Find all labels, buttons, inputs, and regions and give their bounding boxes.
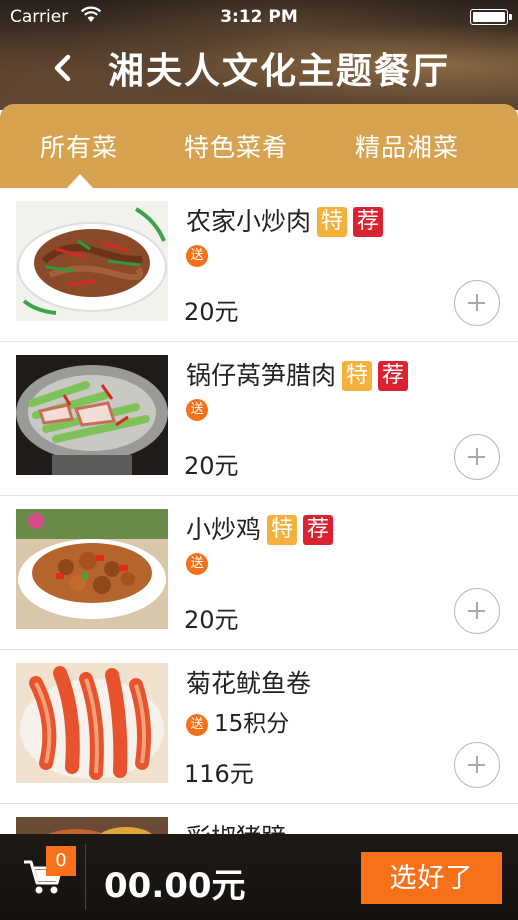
special-tag: 特 [342,361,373,391]
dish-name-row: 菊花鱿鱼卷 [186,664,311,700]
tab-premium-hunan[interactable]: 精品湘菜 [355,128,459,164]
dish-name: 彩椒猪蹄 [186,823,286,834]
dish-price: 20元 [184,606,239,634]
dish-photo [16,201,168,321]
gift-badge-icon: 送 [186,714,208,736]
dish-item[interactable]: 菊花鱿鱼卷 送 15积分 116元 [0,650,518,804]
recommend-tag: 荐 [353,207,384,237]
dish-name: 农家小炒肉 [186,207,312,236]
dish-name-row: 农家小炒肉特荐 [186,202,384,238]
gift-badge-icon: 送 [186,399,208,421]
dish-item[interactable]: 小炒鸡特荐 送 20元 [0,496,518,650]
page-title: 湘夫人文化主题餐厅 [108,51,451,92]
cart-count-badge: 0 [46,846,76,876]
dish-photo [16,355,168,475]
add-to-cart-button[interactable] [454,588,500,634]
chevron-left-icon[interactable] [46,46,80,90]
tab-all-dishes[interactable]: 所有菜 [40,128,118,164]
tab-special-dishes[interactable]: 特色菜肴 [184,128,288,164]
gift-badge-icon: 送 [186,553,208,575]
battery-icon [470,9,512,25]
gift-row: 送 15积分 [186,704,289,737]
clock: 3:12 PM [220,7,298,27]
add-to-cart-button[interactable] [454,280,500,326]
selected-tab-indicator [67,174,93,188]
dish-price: 116元 [184,760,254,788]
gift-badge-icon: 送 [186,245,208,267]
recommend-tag: 荐 [303,515,334,545]
dish-price: 20元 [184,298,239,326]
dish-name-row: 小炒鸡特荐 [186,510,334,546]
dish-item[interactable]: 彩椒猪蹄 [0,804,518,834]
status-bar: Carrier 3:12 PM [0,0,518,34]
dish-name: 锅仔莴笋腊肉 [186,361,337,390]
gift-row: 送 [186,396,214,421]
dish-item[interactable]: 锅仔莴笋腊肉特荐 送 20元 [0,342,518,496]
header: Carrier 3:12 PM 湘夫人文化主题餐厅 [0,0,518,110]
dish-price: 20元 [184,452,239,480]
add-to-cart-button[interactable] [454,742,500,788]
add-to-cart-button[interactable] [454,434,500,480]
cart-total: 00.00元 [104,866,246,906]
checkout-button[interactable]: 选好了 [361,852,502,904]
dish-list[interactable]: 农家小炒肉特荐 送 20元 锅仔莴笋腊肉特荐 送 20元 小炒鸡 特 荐 送 2… [0,188,518,834]
dish-name: 小炒鸡 [186,515,262,544]
dish-name: 菊花鱿鱼卷 [186,669,312,698]
footer-divider [85,844,86,910]
gift-points: 15积分 [214,711,290,737]
dish-name-row: 彩椒猪蹄 [186,818,286,834]
special-tag: 特 [267,515,298,545]
dish-photo [16,663,168,783]
dish-photo [16,817,168,834]
gift-row: 送 [186,550,214,575]
dish-photo [16,509,168,629]
special-tag: 特 [317,207,348,237]
dish-item[interactable]: 农家小炒肉特荐 送 20元 [0,188,518,342]
cart-footer: 0 00.00元 选好了 [0,834,518,920]
gift-row: 送 [186,242,214,267]
dish-name-row: 锅仔莴笋腊肉特荐 [186,356,409,392]
recommend-tag: 荐 [378,361,409,391]
